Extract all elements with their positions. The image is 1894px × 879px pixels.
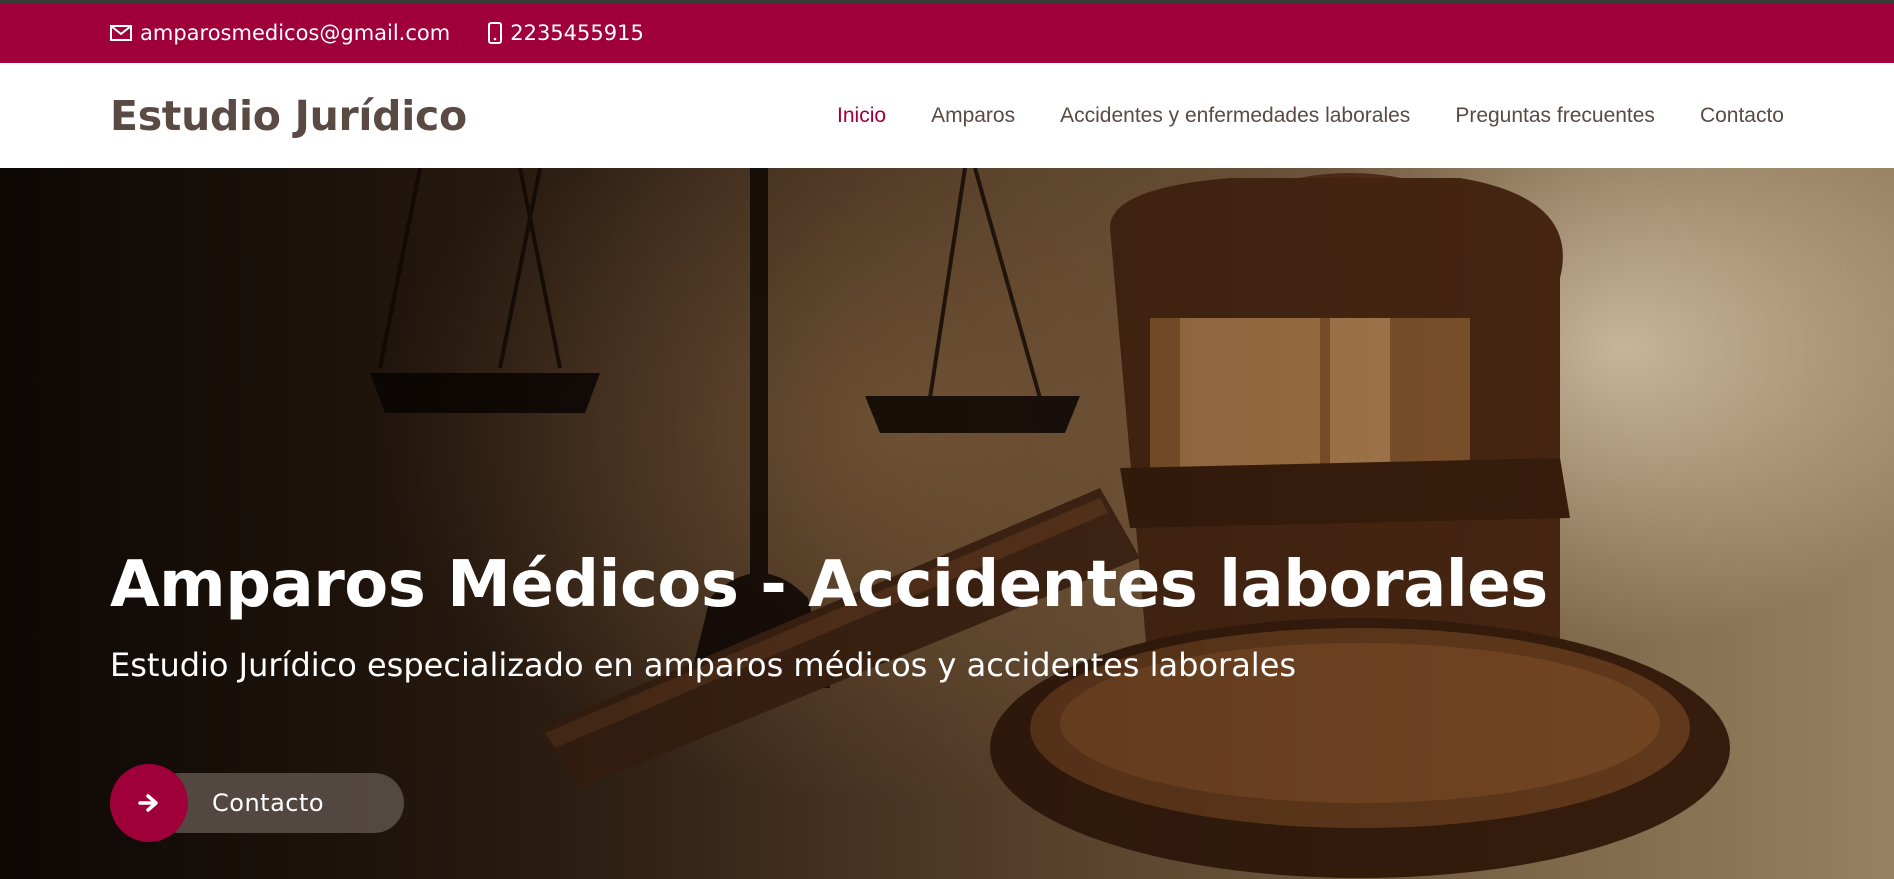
nav-item-accidentes[interactable]: Accidentes y enfermedades laborales [1060, 104, 1410, 128]
arrow-right-icon [138, 794, 158, 812]
cta-icon-circle [110, 764, 188, 842]
nav-item-contacto[interactable]: Contacto [1700, 104, 1784, 128]
top-contact-bar: amparosmedicos@gmail.com 2235455915 [0, 0, 1894, 63]
email-text: amparosmedicos@gmail.com [140, 21, 451, 45]
site-brand[interactable]: Estudio Jurídico [110, 92, 467, 140]
site-header: Estudio Jurídico Inicio Amparos Accident… [0, 63, 1894, 168]
phone-text: 2235455915 [510, 21, 644, 45]
hero-subtitle: Estudio Jurídico especializado en amparo… [110, 646, 1297, 684]
nav-item-amparos[interactable]: Amparos [931, 104, 1015, 128]
hero-banner: Amparos Médicos - Accidentes laborales E… [0, 168, 1894, 879]
contact-cta-button[interactable]: Contacto [110, 764, 404, 842]
phone-contact[interactable]: 2235455915 [488, 21, 644, 45]
envelope-icon [110, 25, 132, 41]
nav-item-inicio[interactable]: Inicio [837, 104, 886, 128]
hero-title: Amparos Médicos - Accidentes laborales [110, 548, 1548, 622]
main-nav: Inicio Amparos Accidentes y enfermedades… [792, 63, 1784, 168]
mobile-phone-icon [488, 22, 503, 44]
email-contact[interactable]: amparosmedicos@gmail.com [110, 21, 450, 45]
cta-label: Contacto [212, 789, 325, 817]
nav-item-preguntas[interactable]: Preguntas frecuentes [1455, 104, 1655, 128]
